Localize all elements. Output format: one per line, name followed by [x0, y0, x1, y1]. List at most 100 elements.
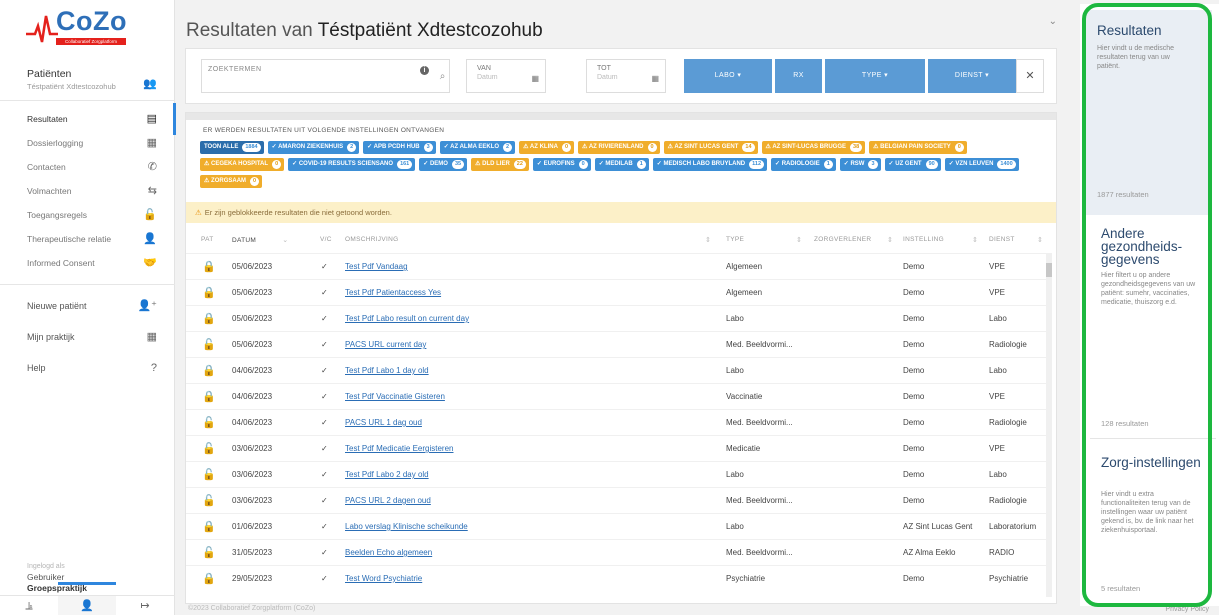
result-link[interactable]: Beelden Echo algemeen	[345, 548, 432, 557]
info-icon[interactable]: i	[420, 66, 429, 75]
sidebar-item-toegangsregels[interactable]: Toegangsregels 🔓	[0, 203, 175, 227]
logout-button[interactable]: ↦	[116, 596, 174, 615]
source-chip-count: 3	[868, 160, 878, 169]
mandate-icon: ⇆	[147, 185, 157, 197]
result-link[interactable]: Test Word Psychiatrie	[345, 574, 422, 583]
source-chip[interactable]: ✓ EUROFINS 0	[532, 158, 591, 171]
col-vc[interactable]: V/C	[320, 236, 332, 243]
sidebar-item-resultaten[interactable]: Resultaten ▤	[0, 103, 176, 135]
panel-card-andere-gezondheidsgegevens[interactable]: Andere gezondheids-gegevens Hier filtert…	[1090, 215, 1216, 440]
sort-icon[interactable]: ⇕	[972, 236, 978, 244]
profile-button[interactable]: 👤	[58, 582, 116, 615]
result-link[interactable]: PACS URL 2 dagen oud	[345, 496, 431, 505]
date-to-field[interactable]: TOT Datum ▦	[586, 59, 666, 93]
table-row[interactable]: 🔓 03/06/2023 ✓ Test Pdf Labo 2 day old Labo D…	[186, 461, 1046, 486]
sidebar-item-nieuwe-patient[interactable]: Nieuwe patiënt 👤⁺	[0, 294, 175, 318]
source-chip[interactable]: ✓ RADIOLOGIE 1	[771, 158, 836, 171]
result-link[interactable]: PACS URL current day	[345, 340, 426, 349]
sidebar-item-label: Informed Consent	[27, 258, 95, 268]
panel-card-zorginstellingen[interactable]: Zorg-instellingen Hier vindt u extra fun…	[1090, 440, 1210, 600]
labo-filter-button[interactable]: LABO ▾	[684, 59, 772, 93]
source-chip[interactable]: TOON ALLE 1884	[200, 141, 264, 154]
col-instelling[interactable]: INSTELLING	[903, 236, 944, 243]
table-row[interactable]: 🔒 05/06/2023 ✓ Test Pdf Vandaag Algemeen Demo…	[186, 253, 1046, 278]
sidebar-item-informed-consent[interactable]: Informed Consent 🤝	[0, 251, 175, 275]
result-link[interactable]: Test Pdf Vandaag	[345, 262, 408, 271]
search-icon[interactable]: ⌕	[434, 60, 451, 94]
source-chip[interactable]: ⚠ AZ RIVIERENLAND 0	[578, 141, 660, 154]
source-chip[interactable]: ✓ AZ ALMA EEKLO 2	[439, 141, 516, 154]
table-row[interactable]: 🔓 31/05/2023 ✓ Beelden Echo algemeen Med. Be…	[186, 539, 1046, 564]
chevron-down-icon[interactable]: ⌄	[1049, 16, 1057, 27]
source-chip[interactable]: ⚠ DLD LIER 22	[471, 158, 529, 171]
table-row[interactable]: 🔓 05/06/2023 ✓ PACS URL current day Med. Bee…	[186, 331, 1046, 356]
locked-icon: 🔒	[202, 313, 216, 325]
result-link[interactable]: Test Pdf Medicatie Eergisteren	[345, 444, 454, 453]
sidebar-item-dossierlogging[interactable]: Dossierlogging ▦	[0, 131, 175, 155]
source-chip[interactable]: ✓ APB PCDH HUB 3	[363, 141, 436, 154]
source-chip[interactable]: ✓ AMARON ZIEKENHUIS 2	[267, 141, 360, 154]
table-row[interactable]: 🔓 03/06/2023 ✓ PACS URL 2 dagen oud Med. Bee…	[186, 487, 1046, 512]
source-chip[interactable]: ✓ RSW 3	[839, 158, 881, 171]
col-pat[interactable]: PAT	[201, 236, 214, 243]
source-chip[interactable]: ✓ MEDILAB 1	[594, 158, 649, 171]
table-row[interactable]: 🔓 03/06/2023 ✓ Test Pdf Medicatie Eergister…	[186, 435, 1046, 460]
col-omschrijving[interactable]: OMSCHRIJVING	[345, 236, 398, 243]
table-row[interactable]: 🔓 04/06/2023 ✓ PACS URL 1 dag oud Med. Beeld…	[186, 409, 1046, 434]
dashboard-button[interactable]: ⫡	[0, 596, 58, 615]
clear-filters-button[interactable]: ✕	[1016, 59, 1044, 93]
table-row[interactable]: 🔒 05/06/2023 ✓ Test Pdf Labo result on curr…	[186, 305, 1046, 330]
result-link[interactable]: PACS URL 1 dag oud	[345, 418, 422, 427]
table-row[interactable]: 🔒 01/06/2023 ✓ Labo verslag Klinische schei…	[186, 513, 1046, 538]
search-field[interactable]: ZOEKTERMEN i ⌕	[201, 59, 450, 93]
sidebar-item-mijn-praktijk[interactable]: Mijn praktijk ▦	[0, 325, 175, 349]
col-dienst[interactable]: DIENST	[989, 236, 1015, 243]
source-chip[interactable]: ✓ DEMO 35	[419, 158, 468, 171]
sidebar-item-therapeutische-relatie[interactable]: Therapeutische relatie 👤	[0, 227, 175, 251]
pulse-icon	[26, 15, 58, 43]
sort-icon[interactable]: ⇕	[887, 236, 893, 244]
source-chip[interactable]: ⚠ CEGEKA HOSPITAL 0	[200, 158, 285, 171]
sort-icon[interactable]: ⇕	[1037, 236, 1043, 244]
result-link[interactable]: Labo verslag Klinische scheikunde	[345, 522, 468, 531]
result-link[interactable]: Test Pdf Labo 1 day old	[345, 366, 429, 375]
source-chip[interactable]: ⚠ AZ SINT-LUCAS BRUGGE 38	[761, 141, 866, 154]
scrollbar-thumb[interactable]	[1046, 263, 1052, 277]
rx-filter-button[interactable]: RX	[775, 59, 822, 93]
sort-icon[interactable]: ⇕	[705, 236, 711, 244]
sort-icon[interactable]: ⇕	[796, 236, 802, 244]
source-chip[interactable]: ⚠ AZ SINT LUCAS GENT 14	[663, 141, 758, 154]
result-link[interactable]: Test Pdf Patientaccess Yes	[345, 288, 441, 297]
source-chip[interactable]: ✓ MEDISCH LABO BRUYLAND 112	[652, 158, 768, 171]
cozo-logo[interactable]: CoZo Collaboratief Zorgplatform	[26, 6, 146, 50]
table-row[interactable]: 🔒 04/06/2023 ✓ Test Pdf Labo 1 day old Labo D…	[186, 357, 1046, 382]
col-type[interactable]: TYPE	[726, 236, 744, 243]
date-from-field[interactable]: VAN Datum ▦	[466, 59, 546, 93]
sidebar-item-contacten[interactable]: Contacten ✆	[0, 155, 175, 179]
panel-card-resultaten[interactable]: Resultaten Hier vindt u de medische resu…	[1086, 10, 1212, 215]
cell-instelling: Demo	[903, 366, 925, 375]
cell-date: 29/05/2023	[232, 574, 273, 583]
result-link[interactable]: Test Pdf Vaccinatie Gisteren	[345, 392, 445, 401]
col-zorgverlener[interactable]: ZORGVERLENER	[814, 236, 871, 243]
source-chip[interactable]: ✓ VZN LEUVEN 1400	[944, 158, 1019, 171]
source-chip-count: 3	[423, 143, 433, 152]
table-scrollbar[interactable]	[1046, 253, 1052, 597]
source-chip[interactable]: ✓ COVID-19 RESULTS SCIENSANO 161	[288, 158, 416, 171]
privacy-policy-link[interactable]: Privacy Policy	[1165, 606, 1209, 613]
col-datum[interactable]: DATUM ⌄	[232, 236, 288, 244]
table-row[interactable]: 🔒 29/05/2023 ✓ Test Word Psychiatrie Psychia…	[186, 565, 1046, 590]
sidebar-item-volmachten[interactable]: Volmachten ⇆	[0, 179, 175, 203]
source-chip[interactable]: ⚠ AZ KLINA 0	[519, 141, 574, 154]
patient-selector[interactable]: Patiënten Téstpatiënt Xdtestcozohub 👥	[0, 63, 175, 101]
result-link[interactable]: Test Pdf Labo result on current day	[345, 314, 469, 323]
type-filter-button[interactable]: TYPE ▾	[825, 59, 925, 93]
source-chip[interactable]: ✓ UZ GENT 90	[884, 158, 941, 171]
sidebar-item-help[interactable]: Help ?	[0, 356, 175, 380]
source-chip[interactable]: ⚠ ZORGSAAM 0	[200, 175, 263, 188]
table-row[interactable]: 🔒 04/06/2023 ✓ Test Pdf Vaccinatie Gisteren…	[186, 383, 1046, 408]
dienst-filter-button[interactable]: DIENST ▾	[928, 59, 1016, 93]
source-chip[interactable]: ⚠ BELGIAN PAIN SOCIETY 0	[869, 141, 967, 154]
table-row[interactable]: 🔒 05/06/2023 ✓ Test Pdf Patientaccess Yes Al…	[186, 279, 1046, 304]
result-link[interactable]: Test Pdf Labo 2 day old	[345, 470, 429, 479]
